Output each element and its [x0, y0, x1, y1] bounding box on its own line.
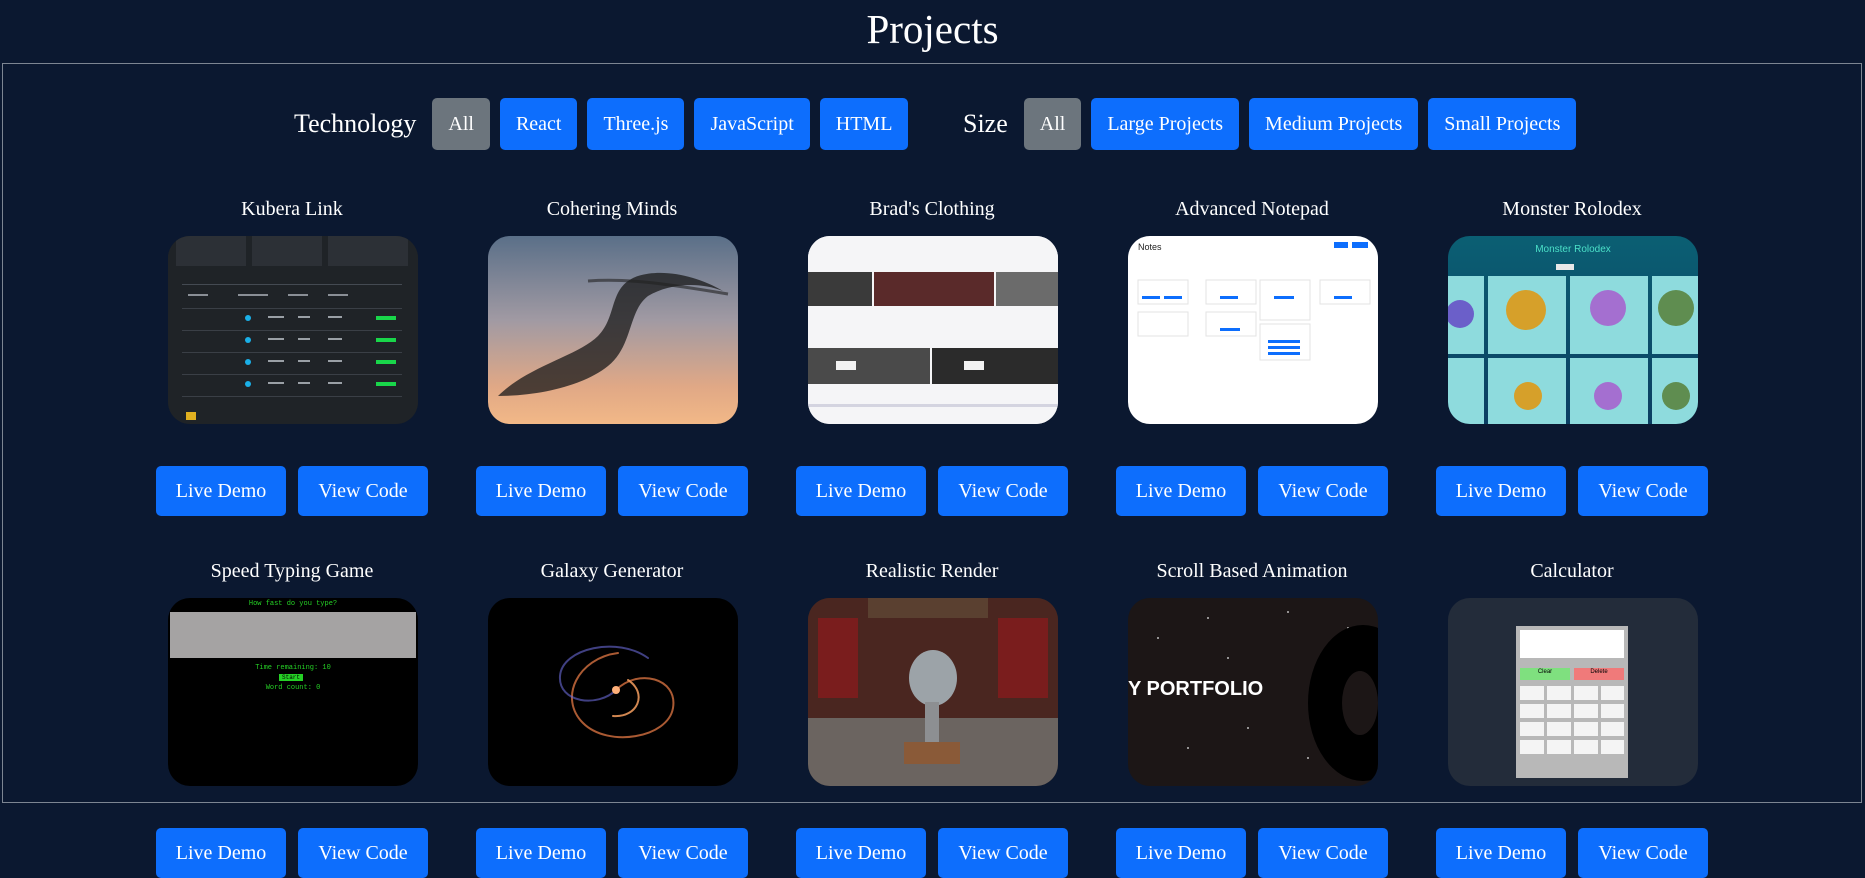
live-demo-button[interactable]: Live Demo	[476, 466, 606, 516]
project-title: Advanced Notepad	[1175, 198, 1329, 220]
project-thumbnail[interactable]: How fast do you type? Time remaining: 10…	[168, 598, 418, 786]
size-filter-label: Size	[963, 109, 1008, 138]
live-demo-button[interactable]: Live Demo	[796, 828, 926, 878]
live-demo-button[interactable]: Live Demo	[1116, 466, 1246, 516]
scroll-thumb-text: Y PORTFOLIO	[1128, 678, 1264, 700]
project-title: Speed Typing Game	[210, 560, 374, 582]
calc-delete-key: Delete	[1590, 669, 1608, 675]
view-code-button[interactable]: View Code	[618, 466, 748, 516]
filter-tech-html-button[interactable]: HTML	[819, 98, 909, 150]
filter-size-small-button[interactable]: Small Projects	[1428, 98, 1577, 150]
kubera-screenshot-image	[168, 236, 418, 424]
view-code-button[interactable]: View Code	[298, 466, 428, 516]
notepad-screenshot-image	[1137, 242, 1371, 361]
filter-size-large-button[interactable]: Large Projects	[1091, 98, 1240, 150]
live-demo-button[interactable]: Live Demo	[156, 466, 286, 516]
typing-words: Word count: 0	[265, 684, 321, 692]
view-code-button[interactable]: View Code	[1578, 828, 1708, 878]
filter-size-all-button[interactable]: All	[1023, 98, 1082, 150]
project-thumbnail[interactable]	[168, 236, 418, 424]
monster-cards-image	[1448, 264, 1698, 424]
live-demo-button[interactable]: Live Demo	[1436, 828, 1566, 878]
calc-clear-key: Clear	[1537, 669, 1553, 675]
calculator-image	[1516, 626, 1628, 778]
size-filter: Size All Large Projects Medium Projects …	[963, 98, 1586, 150]
view-code-button[interactable]: View Code	[938, 828, 1068, 878]
page-title: Projects	[866, 6, 999, 52]
project-thumbnail[interactable]	[808, 236, 1058, 424]
project-title: Monster Rolodex	[1502, 198, 1642, 220]
project-title: Cohering Minds	[546, 198, 678, 220]
live-demo-button[interactable]: Live Demo	[1116, 828, 1246, 878]
typing-time: Time remaining: 10	[255, 664, 331, 672]
technology-filter-label: Technology	[294, 109, 417, 138]
typing-start: Start	[279, 674, 304, 681]
galaxy-image	[558, 645, 675, 739]
helmet-render-image	[808, 598, 1058, 786]
live-demo-button[interactable]: Live Demo	[1436, 466, 1566, 516]
project-title: Kubera Link	[241, 198, 343, 220]
filter-tech-threejs-button[interactable]: Three.js	[587, 98, 685, 150]
project-title: Galaxy Generator	[540, 560, 684, 582]
live-demo-button[interactable]: Live Demo	[476, 828, 606, 878]
project-title: Realistic Render	[865, 560, 999, 582]
project-title: Brad's Clothing	[869, 198, 995, 220]
project-thumbnail[interactable]: Y PORTFOLIO	[1128, 598, 1378, 786]
view-code-button[interactable]: View Code	[1258, 466, 1388, 516]
project-thumbnail[interactable]	[488, 598, 738, 786]
technology-filter: Technology All React Three.js JavaScript…	[294, 98, 918, 150]
project-title: Scroll Based Animation	[1156, 560, 1348, 582]
project-thumbnail[interactable]: Clear Delete	[1448, 598, 1698, 786]
live-demo-button[interactable]: Live Demo	[796, 466, 926, 516]
project-thumbnail[interactable]	[488, 236, 738, 424]
live-demo-button[interactable]: Live Demo	[156, 828, 286, 878]
filter-size-medium-button[interactable]: Medium Projects	[1249, 98, 1419, 150]
view-code-button[interactable]: View Code	[938, 466, 1068, 516]
project-thumbnail[interactable]	[808, 598, 1058, 786]
filter-tech-all-button[interactable]: All	[432, 98, 490, 150]
view-code-button[interactable]: View Code	[618, 828, 748, 878]
project-title: Calculator	[1530, 560, 1614, 582]
typing-area	[170, 612, 416, 658]
view-code-button[interactable]: View Code	[298, 828, 428, 878]
typing-prompt: How fast do you type?	[248, 600, 338, 608]
view-code-button[interactable]: View Code	[1258, 828, 1388, 878]
filter-tech-javascript-button[interactable]: JavaScript	[694, 98, 810, 150]
project-thumbnail[interactable]: Notes	[1128, 236, 1378, 424]
filter-tech-react-button[interactable]: React	[499, 98, 578, 150]
clothing-store-screenshot-image	[808, 236, 1058, 424]
project-thumbnail[interactable]: Monster Rolodex	[1448, 236, 1698, 424]
starling-murmuration-image	[498, 272, 729, 396]
view-code-button[interactable]: View Code	[1578, 466, 1708, 516]
